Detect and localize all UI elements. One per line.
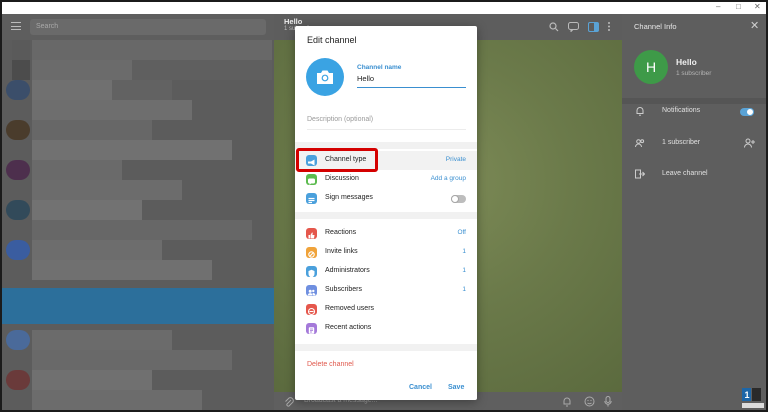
notifications-label: Notifications [662,107,701,114]
search-input[interactable]: Search [30,19,266,35]
add-user-icon[interactable] [744,138,756,148]
invite-links-label: Invite links [325,248,358,255]
description-input[interactable]: Description (optional) [307,116,373,123]
search-icon[interactable] [549,22,559,32]
save-button[interactable]: Save [448,384,464,391]
chat-title: Hello [284,17,303,26]
silent-bell-icon[interactable] [562,396,572,407]
maximize-button[interactable]: □ [736,2,741,12]
block-icon [306,304,317,316]
notifications-toggle[interactable] [740,108,754,116]
channel-name-label: Channel name [357,64,402,71]
recent-actions-label: Recent actions [325,324,372,331]
recent-actions-row[interactable]: Recent actions [295,319,477,338]
discussion-label: Discussion [325,175,359,182]
emoji-icon[interactable] [584,396,595,407]
close-icon[interactable]: ✕ [750,19,759,32]
selected-chat-row[interactable] [2,288,274,324]
section-divider [295,344,477,351]
comments-icon[interactable] [568,22,579,32]
chat-bubble-icon [306,174,317,185]
channel-name-underline [357,87,466,88]
description-underline [307,129,466,130]
signature-icon [306,193,317,204]
dialog-title: Edit channel [307,35,357,45]
administrators-count: 1 [462,267,466,274]
recent-actions-icon [306,323,317,334]
removed-users-row[interactable]: Removed users [295,300,477,319]
edit-channel-dialog: Edit channel Channel name Hello Descript… [295,26,477,400]
app-window: – □ ✕ Search Hello 1 Broadcast a message… [0,0,768,412]
subscribers-label: 1 subscriber [662,139,701,146]
removed-users-label: Removed users [325,305,375,312]
chat-list-sidebar: Search [2,14,274,410]
administrators-label: Administrators [325,267,370,274]
channel-type-value: Private [445,156,466,163]
link-icon [306,247,317,258]
subscribers-row[interactable]: 1 subscriber [622,134,766,154]
blurred-chat-list [2,40,274,410]
invite-links-count: 1 [462,248,466,255]
minimize-button[interactable]: – [716,2,720,12]
menu-icon[interactable] [11,22,21,30]
info-panel-title: Channel Info [634,22,677,31]
channel-name-input[interactable]: Hello [357,74,374,83]
microphone-icon[interactable] [604,396,612,407]
sidebar-toggle-icon[interactable] [588,22,599,32]
channel-name: Hello [676,57,697,67]
leave-icon [635,169,645,179]
channel-avatar[interactable]: H [634,50,668,84]
sidebar-header: Search [2,14,274,40]
thumbs-up-icon [306,228,317,239]
leave-channel-label: Leave channel [662,170,708,177]
cancel-button[interactable]: Cancel [409,384,432,391]
svg-text:1: 1 [745,390,750,400]
subscribers-count: 1 [462,286,466,293]
subscribers-label: Subscribers [325,286,362,293]
users-icon [635,139,645,148]
reactions-row[interactable]: Reactions Off [295,224,477,243]
discussion-row[interactable]: Discussion Add a group [295,170,477,189]
sign-messages-row[interactable]: Sign messages [295,189,477,208]
close-window-button[interactable]: ✕ [754,2,761,12]
camera-icon [317,70,333,84]
channel-subscriber-count: 1 subscriber [676,70,712,77]
watermark-logo: 1 [742,388,764,408]
reactions-value: Off [457,229,466,236]
invite-links-row[interactable]: Invite links 1 [295,243,477,262]
window-titlebar: – □ ✕ [2,2,766,14]
sign-messages-label: Sign messages [325,194,373,201]
administrators-row[interactable]: Administrators 1 [295,262,477,281]
bell-icon [636,107,644,116]
section-divider [295,212,477,219]
subscribers-row[interactable]: Subscribers 1 [295,281,477,300]
highlight-annotation [296,148,378,172]
more-options-icon[interactable] [607,21,611,32]
sign-messages-toggle[interactable] [451,195,466,203]
channel-info-panel: Channel Info ✕ H Hello 1 subscriber Noti… [622,14,766,410]
channel-photo-button[interactable] [306,58,344,96]
delete-channel-button[interactable]: Delete channel [307,361,354,368]
leave-channel-row[interactable]: Leave channel [622,165,766,185]
shield-icon [306,266,317,278]
notifications-row[interactable]: Notifications [622,102,766,122]
reactions-label: Reactions [325,229,357,236]
attach-icon[interactable] [284,397,294,407]
people-icon [306,285,317,296]
add-group-link[interactable]: Add a group [431,175,466,182]
